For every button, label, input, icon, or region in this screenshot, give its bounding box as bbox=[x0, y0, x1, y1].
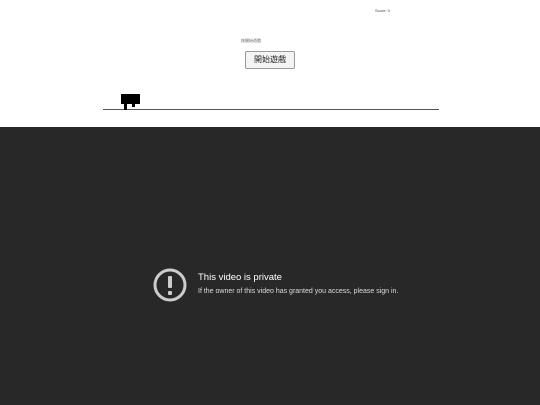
alert-circle-icon bbox=[153, 268, 187, 302]
start-game-button[interactable]: 開始遊戲 bbox=[245, 51, 295, 69]
game-status-text: 按開始遊戲 bbox=[241, 38, 261, 43]
private-video-title: This video is private bbox=[198, 272, 282, 283]
ground-line bbox=[103, 109, 439, 110]
private-video-message: If the owner of this video has granted y… bbox=[198, 288, 399, 295]
game-area: Score: 0 按開始遊戲 開始遊戲 bbox=[0, 0, 540, 127]
video-player: This video is private If the owner of th… bbox=[0, 127, 540, 405]
pixel-character-icon bbox=[121, 94, 140, 110]
score-display: Score: 0 bbox=[375, 8, 390, 13]
